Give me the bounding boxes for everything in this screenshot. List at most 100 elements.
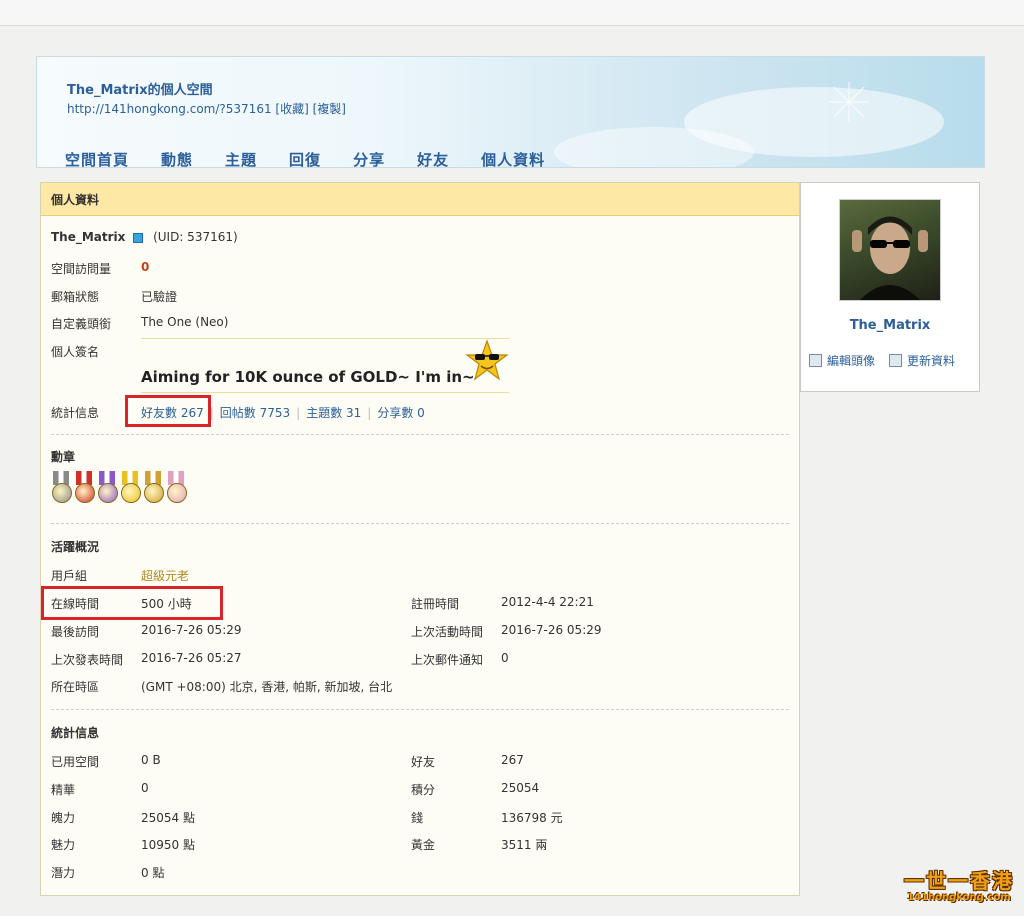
medal-icon[interactable] xyxy=(74,471,95,505)
avatar-card: The_Matrix 編輯頭像 更新資料 xyxy=(800,182,980,392)
image-icon xyxy=(809,354,822,367)
space-url: http://141hongkong.com/?537161 [收藏] [複製] xyxy=(67,100,346,117)
digest-label: 精華 xyxy=(51,783,76,797)
nav-feed[interactable]: 動態 xyxy=(161,149,193,167)
profile-panel: 個人資料 The_Matrix (UID: 537161) 空間訪問量 0 郵箱… xyxy=(40,182,800,896)
email-value: 已驗證 xyxy=(141,290,178,304)
last-activity-label: 上次活動時間 xyxy=(411,625,484,639)
credits-label: 積分 xyxy=(411,783,436,797)
activity-title: 活躍概況 xyxy=(51,540,100,554)
watermark-title: 一世一香港 xyxy=(904,869,1014,893)
charm-value: 10950 點 xyxy=(141,838,195,852)
edit-avatar-link[interactable]: 編輯頭像 xyxy=(809,352,875,369)
medal-disc xyxy=(167,483,187,503)
last-email-label: 上次郵件通知 xyxy=(411,653,484,667)
watermark-url: 141hongkong.com xyxy=(907,892,1011,903)
highlight-box xyxy=(41,586,223,620)
used-space-value: 0 B xyxy=(141,753,161,767)
section-divider xyxy=(51,709,789,710)
timezone-label: 所在時區 xyxy=(51,680,100,694)
medal-icon[interactable] xyxy=(143,471,164,505)
space-title[interactable]: The_Matrix的個人空間 xyxy=(67,79,213,98)
medals-title: 勳章 xyxy=(51,450,76,464)
section-divider xyxy=(51,523,789,524)
email-label: 郵箱狀態 xyxy=(51,290,100,304)
top-bar xyxy=(0,0,1024,26)
profile-card-icon xyxy=(889,354,902,367)
timezone-value: (GMT +08:00) 北京, 香港, 帕斯, 新加坡, 台北 xyxy=(141,680,393,694)
visits-label: 空間訪問量 xyxy=(51,262,112,276)
custom-title-label: 自定義頭銜 xyxy=(51,317,112,331)
gold-value: 3511 兩 xyxy=(501,838,548,852)
credits-value: 25054 xyxy=(501,781,540,795)
avatar-portrait-icon xyxy=(852,216,928,300)
threads-count-link[interactable]: 主題數 31 xyxy=(306,406,361,420)
boldness-value: 25054 點 xyxy=(141,811,195,825)
space-nav: 空間首頁 動態 主題 回復 分享 好友 個人資料 xyxy=(65,149,577,167)
edit-avatar-label: 編輯頭像 xyxy=(827,354,876,368)
nav-friends[interactable]: 好友 xyxy=(417,149,449,167)
space-banner: The_Matrix的個人空間 http://141hongkong.com/?… xyxy=(36,56,985,168)
signature-divider xyxy=(141,392,509,393)
bookmark-link[interactable]: [收藏] xyxy=(275,102,308,116)
register-time-label: 註冊時間 xyxy=(411,597,460,611)
medal-list xyxy=(51,471,189,508)
dandelion-icon xyxy=(829,82,869,122)
friends-label: 好友 xyxy=(411,755,436,769)
potential-value: 0 點 xyxy=(141,866,165,880)
usergroup-value[interactable]: 超級元老 xyxy=(141,567,189,584)
used-space-label: 已用空間 xyxy=(51,755,100,769)
update-profile-label: 更新資料 xyxy=(907,354,956,368)
sidebar-username[interactable]: The_Matrix xyxy=(801,318,979,333)
divider: | xyxy=(296,406,301,420)
nav-shares[interactable]: 分享 xyxy=(353,149,385,167)
signature-divider xyxy=(141,338,509,339)
medal-icon[interactable] xyxy=(166,471,187,505)
last-activity-value: 2016-7-26 05:29 xyxy=(501,623,602,637)
cool-star-emoticon-icon xyxy=(465,339,509,381)
money-label: 錢 xyxy=(411,811,424,825)
usergroup-label: 用戶組 xyxy=(51,569,88,583)
signature-text: Aiming for 10K ounce of GOLD~ I'm in~ xyxy=(141,368,475,386)
boldness-label: 魄力 xyxy=(51,811,76,825)
profile-panel-title: 個人資料 xyxy=(41,183,799,216)
replies-count-link[interactable]: 回帖數 7753 xyxy=(220,406,290,420)
last-visit-value: 2016-7-26 05:29 xyxy=(141,623,242,637)
highlight-box xyxy=(125,395,211,427)
avatar[interactable] xyxy=(839,199,941,301)
medal-icon[interactable] xyxy=(51,471,72,505)
medal-disc xyxy=(144,483,164,503)
nav-home[interactable]: 空間首頁 xyxy=(65,149,129,167)
last-visit-label: 最後訪問 xyxy=(51,625,100,639)
update-profile-link[interactable]: 更新資料 xyxy=(889,352,955,369)
visits-value: 0 xyxy=(141,260,150,274)
space-url-link[interactable]: http://141hongkong.com/?537161 xyxy=(67,102,272,116)
nav-profile[interactable]: 個人資料 xyxy=(481,149,545,167)
stats-label: 統計信息 xyxy=(51,406,100,420)
medal-disc xyxy=(98,483,118,503)
money-value: 136798 元 xyxy=(501,811,563,825)
nav-replies[interactable]: 回復 xyxy=(289,149,321,167)
last-post-value: 2016-7-26 05:27 xyxy=(141,651,242,665)
uid: (UID: 537161) xyxy=(153,230,238,244)
online-status-icon xyxy=(133,232,144,243)
digest-value: 0 xyxy=(141,781,149,795)
potential-label: 潛力 xyxy=(51,866,76,880)
copy-link[interactable]: [複製] xyxy=(313,102,346,116)
register-time-value: 2012-4-4 22:21 xyxy=(501,595,594,609)
charm-label: 魅力 xyxy=(51,838,76,852)
signature-label: 個人簽名 xyxy=(51,345,100,359)
statistics-title: 統計信息 xyxy=(51,726,100,740)
last-post-label: 上次發表時間 xyxy=(51,653,124,667)
last-email-value: 0 xyxy=(501,651,509,665)
medal-disc xyxy=(121,483,141,503)
medal-disc xyxy=(75,483,95,503)
gold-label: 黃金 xyxy=(411,838,436,852)
medal-icon[interactable] xyxy=(120,471,141,505)
nav-threads[interactable]: 主題 xyxy=(225,149,257,167)
custom-title-value: The One (Neo) xyxy=(141,315,229,329)
username[interactable]: The_Matrix xyxy=(51,230,125,244)
username-row: The_Matrix (UID: 537161) xyxy=(51,230,238,244)
medal-icon[interactable] xyxy=(97,471,118,505)
shares-count-link[interactable]: 分享數 0 xyxy=(377,406,424,420)
